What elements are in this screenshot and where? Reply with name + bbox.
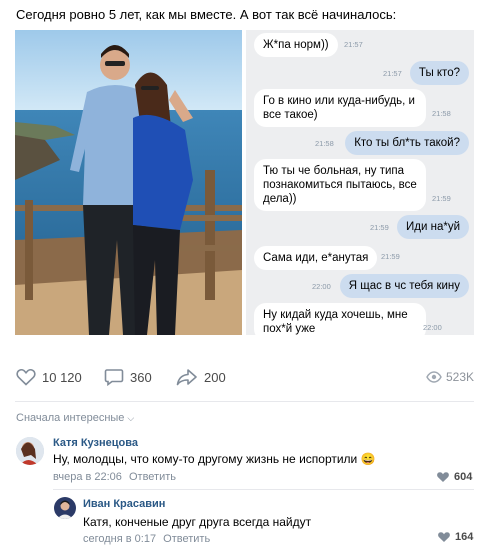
reply-button[interactable]: Ответить [163, 533, 210, 545]
chat-message-in: Тю ты че больная, ну типа познакомиться … [254, 159, 426, 211]
divider [53, 489, 474, 490]
chat-time: 21:59 [381, 252, 400, 261]
comment-meta: вчера в 22:06 Ответить [53, 471, 176, 483]
post-photo[interactable] [15, 30, 242, 335]
avatar[interactable] [16, 437, 44, 465]
laughing-emoji-icon: 😄 [360, 452, 376, 466]
chevron-down-icon: ⌵ [127, 412, 135, 423]
divider [15, 401, 474, 402]
chat-message-out: Ты кто? [409, 61, 469, 85]
chat-message-in: Ж*па норм)) [254, 33, 338, 57]
comment-text: Катя, конченые друг друга всегда найдут [83, 515, 312, 529]
chat-time: 21:58 [315, 139, 334, 148]
views-count: 523K [445, 370, 474, 384]
couple-photo-illustration [15, 30, 242, 335]
chat-message-in: Сама иди, е*анутая [254, 246, 378, 270]
views-counter: 523K [426, 370, 474, 384]
comment-like-button[interactable]: 164 [437, 531, 473, 543]
avatar-image [54, 497, 76, 519]
chat-message-in: Ну кидай куда хочешь, мне пох*й уже [254, 303, 426, 335]
share-button[interactable]: 200 [176, 368, 226, 386]
comments-sort-label: Сначала интересные [16, 412, 125, 424]
likes-count: 10 120 [42, 369, 82, 385]
chat-time: 21:58 [432, 109, 451, 118]
comment-author[interactable]: Иван Красавин [83, 498, 165, 510]
post-text: Сегодня ровно 5 лет, как мы вместе. А во… [16, 7, 397, 22]
chat-message-in: Го в кино или куда-нибудь, и все такое) [254, 89, 426, 127]
comments-count: 360 [130, 369, 152, 385]
comment-time[interactable]: сегодня в 0:17 [83, 533, 156, 545]
comment-button[interactable]: 360 [104, 368, 152, 386]
comment-likes-count: 604 [454, 471, 473, 483]
chat-time: 21:59 [370, 223, 389, 232]
chat-message-out: Иди на*уй [397, 215, 469, 239]
chat-message-out: Кто ты бл*ть такой? [345, 131, 469, 155]
heart-icon [16, 369, 36, 386]
avatar[interactable] [54, 497, 76, 519]
shares-count: 200 [204, 369, 226, 385]
comments-sort-dropdown[interactable]: Сначала интересные ⌵ [16, 412, 134, 424]
comment-like-button[interactable]: 604 [436, 471, 472, 483]
comment-icon [104, 369, 124, 386]
heart-icon [437, 472, 449, 482]
chat-time: 22:00 [423, 323, 442, 332]
comment-time[interactable]: вчера в 22:06 [53, 471, 122, 483]
eye-icon [426, 371, 442, 383]
chat-time: 21:57 [344, 40, 363, 49]
chat-time: 21:57 [383, 69, 402, 78]
comment-meta: сегодня в 0:17 Ответить [83, 533, 210, 545]
chat-time: 21:59 [432, 194, 451, 203]
chat-time: 22:00 [312, 282, 331, 291]
post-actions: 10 120 360 200 523K [0, 364, 489, 392]
avatar-image [16, 437, 44, 465]
reply-button[interactable]: Ответить [129, 471, 176, 483]
comment-likes-count: 164 [455, 531, 474, 543]
like-button[interactable]: 10 120 [16, 368, 82, 386]
chat-screenshot[interactable]: Ж*па норм)) 21:57 21:57 Ты кто? Го в кин… [246, 30, 474, 335]
comment-text: Ну, молодцы, что кому-то другому жизнь н… [53, 452, 376, 466]
chat-message-out: Я щас в чс тебя кину [339, 274, 469, 298]
comment-author[interactable]: Катя Кузнецова [53, 437, 138, 449]
heart-icon [438, 532, 450, 542]
comment-text-body: Ну, молодцы, что кому-то другому жизнь н… [53, 452, 358, 466]
share-icon [176, 369, 197, 386]
